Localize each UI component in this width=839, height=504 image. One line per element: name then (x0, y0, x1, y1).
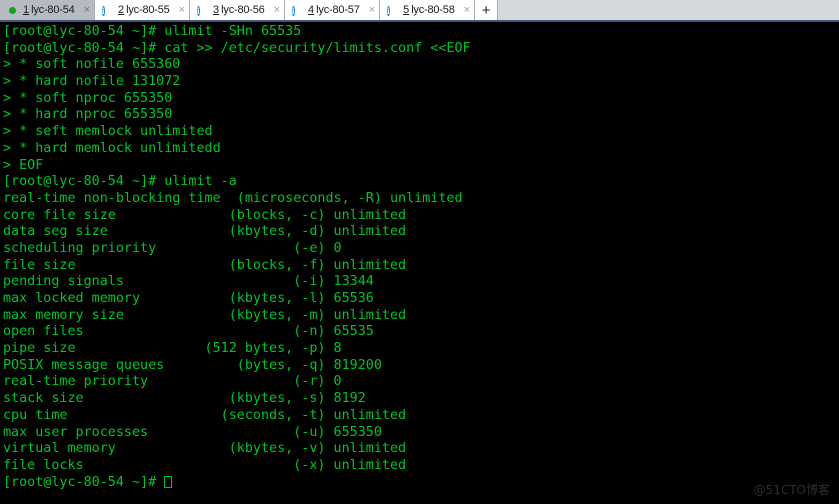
tab-lyc-80-55[interactable]: i 2 lyc-80-55 × (95, 0, 191, 20)
tab-title: lyc-80-54 (31, 4, 75, 16)
shell-prompt: [root@lyc-80-54 ~]# (3, 474, 165, 490)
terminal-line: stack size (kbytes, -s) 8192 (3, 391, 366, 407)
terminal-line: core file size (blocks, -c) unlimited (3, 207, 407, 223)
terminal-line: data seg size (kbytes, -d) unlimited (3, 224, 407, 240)
tab-lyc-80-58[interactable]: i 5 lyc-80-58 × (380, 0, 476, 20)
terminal-line: max user processes (-u) 655350 (3, 424, 382, 440)
terminal-line: real-time non-blocking time (microsecond… (3, 190, 463, 206)
tab-lyc-80-57[interactable]: i 4 lyc-80-57 × (285, 0, 381, 20)
terminal-output-area[interactable]: [root@lyc-80-54 ~]# ulimit -SHn 65535 [ro… (0, 24, 839, 504)
terminal-line: scheduling priority (-e) 0 (3, 240, 342, 256)
tab-bar-empty-space (498, 0, 839, 20)
tab-title: lyc-80-58 (411, 4, 455, 16)
close-icon[interactable]: × (369, 4, 375, 16)
close-icon[interactable]: × (179, 4, 185, 16)
tab-title: lyc-80-57 (316, 4, 360, 16)
tab-lyc-80-56[interactable]: i 3 lyc-80-56 × (190, 0, 286, 20)
terminal-line: [root@lyc-80-54 ~]# ulimit -a (3, 174, 237, 190)
green-dot-icon (7, 5, 18, 16)
close-icon[interactable]: × (274, 4, 280, 16)
tab-title: lyc-80-55 (126, 4, 170, 16)
info-icon: i (102, 5, 105, 16)
terminal-line: > * seft memlock unlimited (3, 124, 213, 140)
terminal-line: POSIX message queues (bytes, -q) 819200 (3, 357, 382, 373)
info-icon: i (387, 5, 390, 16)
tab-index: 5 (403, 4, 410, 16)
terminal-line: file size (blocks, -f) unlimited (3, 257, 407, 273)
terminal-line: pipe size (512 bytes, -p) 8 (3, 341, 342, 357)
terminal-line: virtual memory (kbytes, -v) unlimited (3, 441, 407, 457)
terminal-line: pending signals (-i) 13344 (3, 274, 374, 290)
tab-index: 3 (213, 4, 220, 16)
tab-lyc-80-54[interactable]: 1 lyc-80-54 × (0, 0, 96, 20)
terminal-line: real-time priority (-r) 0 (3, 374, 342, 390)
terminal-line: open files (-n) 65535 (3, 324, 374, 340)
terminal-line: > * soft nofile 655360 (3, 57, 181, 73)
close-icon[interactable]: × (84, 4, 90, 16)
terminal-line: > * hard nofile 131072 (3, 74, 181, 90)
new-tab-button[interactable]: + (475, 0, 499, 20)
terminal-line: file locks (-x) unlimited (3, 457, 407, 473)
terminal-line: > * hard memlock unlimitedd (3, 140, 221, 156)
terminal-line: [root@lyc-80-54 ~]# ulimit -SHn 65535 (3, 24, 302, 39)
terminal-line: > * soft nproc 655350 (3, 90, 173, 106)
terminal-line: [root@lyc-80-54 ~]# cat >> /etc/security… (3, 40, 471, 56)
terminal-line: max locked memory (kbytes, -l) 65536 (3, 291, 374, 306)
terminal-line: max memory size (kbytes, -m) unlimited (3, 307, 407, 323)
info-icon: i (197, 5, 200, 16)
text-cursor (164, 475, 173, 488)
tab-title: lyc-80-56 (221, 4, 265, 16)
tab-index: 1 (23, 4, 30, 16)
tab-index: 2 (118, 4, 125, 16)
terminal-line: cpu time (seconds, -t) unlimited (3, 407, 407, 423)
terminal-line: > * hard nproc 655350 (3, 107, 173, 123)
info-icon: i (292, 5, 295, 16)
terminal-prompt-line: [root@lyc-80-54 ~]# (3, 475, 839, 492)
tab-index: 4 (308, 4, 315, 16)
terminal-line: > EOF (3, 157, 44, 173)
close-icon[interactable]: × (464, 4, 470, 16)
terminal-tab-bar[interactable]: 1 lyc-80-54 × i 2 lyc-80-55 × i 3 lyc-80-56 × i 4… (0, 0, 839, 22)
